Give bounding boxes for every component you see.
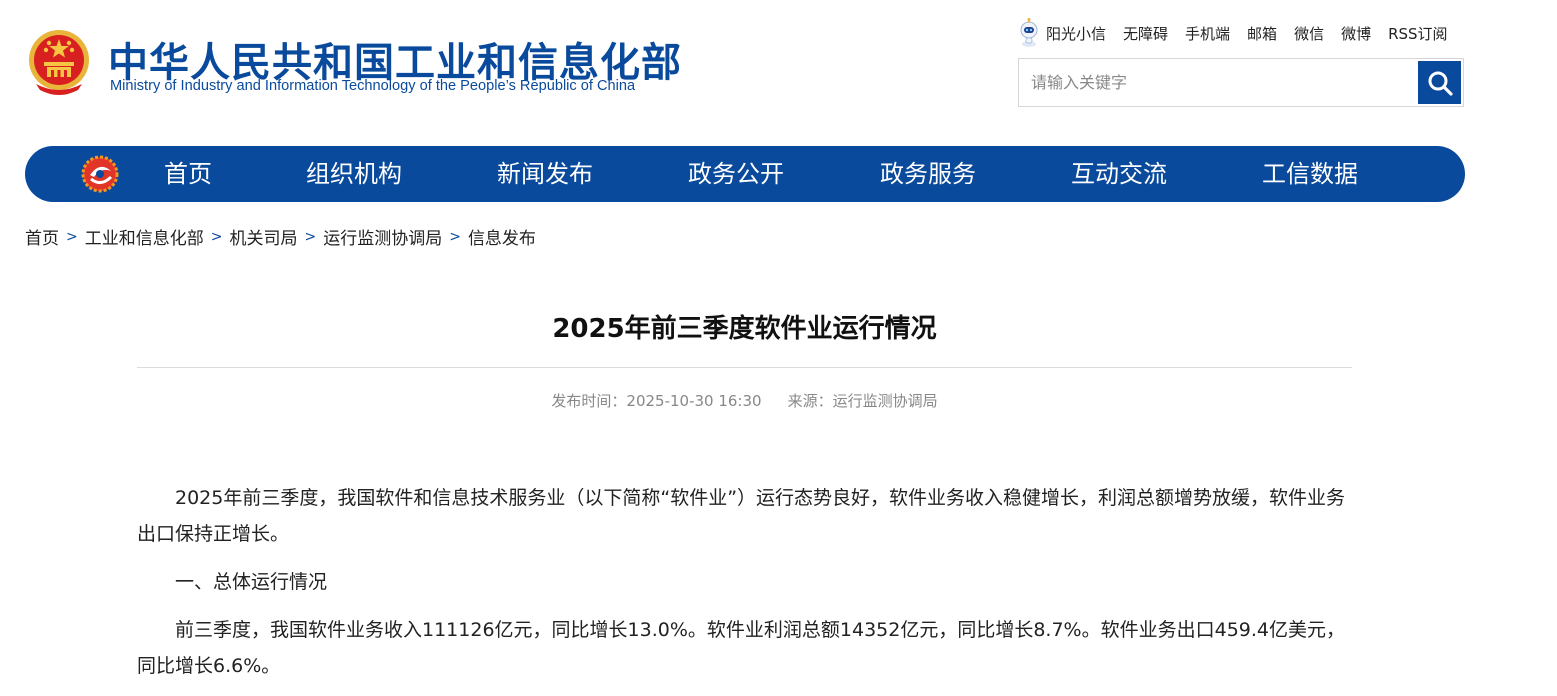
breadcrumb-separator: >	[66, 228, 78, 245]
top-link-mail[interactable]: 邮箱	[1247, 23, 1277, 44]
top-link-rss[interactable]: RSS订阅	[1388, 23, 1447, 44]
breadcrumb-monitoring-bureau[interactable]: 运行监测协调局	[323, 224, 442, 249]
main-nav: 首页 组织机构 新闻发布 政务公开 政务服务 互动交流 工信数据	[25, 146, 1465, 202]
article-paragraph: 前三季度，我国软件业务收入111126亿元，同比增长13.0%。软件业利润总额1…	[137, 619, 1345, 677]
page: 中华人民共和国工业和信息化部 Ministry of Industry and …	[0, 0, 1557, 696]
national-emblem-icon[interactable]	[26, 26, 92, 98]
site-name-en[interactable]: Ministry of Industry and Information Tec…	[110, 78, 635, 94]
nav-item-gov-services[interactable]: 政务服务	[880, 146, 976, 202]
search-button[interactable]	[1418, 61, 1461, 104]
nav-item-data[interactable]: 工信数据	[1262, 146, 1358, 202]
search-box	[1018, 58, 1464, 107]
nav-item-organization[interactable]: 组织机构	[306, 146, 402, 202]
breadcrumb-separator: >	[210, 228, 223, 245]
ministry-logo-icon[interactable]	[81, 155, 119, 193]
search-icon	[1428, 71, 1453, 96]
source-label: 来源：	[787, 392, 833, 410]
search-input[interactable]	[1019, 59, 1419, 106]
top-link-accessibility[interactable]: 无障碍	[1123, 23, 1168, 44]
breadcrumb-separator: >	[449, 228, 461, 245]
nav-item-interaction[interactable]: 互动交流	[1071, 146, 1167, 202]
nav-item-home[interactable]: 首页	[164, 146, 212, 202]
nav-item-news[interactable]: 新闻发布	[497, 146, 593, 202]
publish-time: 2025-10-30 16:30	[626, 392, 762, 410]
top-link-weibo[interactable]: 微博	[1341, 23, 1371, 44]
article-paragraph: 2025年前三季度，我国软件和信息技术服务业（以下简称“软件业”）运行态势良好，…	[137, 487, 1346, 545]
title-divider	[137, 367, 1352, 368]
nav-item-gov-affairs[interactable]: 政务公开	[688, 146, 784, 202]
article-body: 2025年前三季度，我国软件和信息技术服务业（以下简称“软件业”）运行态势良好，…	[137, 480, 1352, 696]
breadcrumb-ministry[interactable]: 工业和信息化部	[85, 224, 204, 249]
top-link-sunshine[interactable]: 阳光小信	[1046, 23, 1106, 44]
source-value: 运行监测协调局	[832, 392, 938, 410]
top-link-mobile[interactable]: 手机端	[1185, 23, 1230, 44]
top-link-wechat[interactable]: 微信	[1294, 23, 1324, 44]
article-section-heading: 一、总体运行情况	[175, 571, 328, 593]
article-meta: 发布时间：2025-10-30 16:30 来源：运行监测协调局	[137, 390, 1352, 411]
breadcrumb-departments[interactable]: 机关司局	[229, 224, 297, 249]
publish-label: 发布时间：	[551, 392, 627, 410]
article-title: 2025年前三季度软件业运行情况	[552, 314, 937, 344]
breadcrumb: 首页 > 工业和信息化部 > 机关司局 > 运行监测协调局 > 信息发布	[25, 224, 536, 250]
breadcrumb-info-release[interactable]: 信息发布	[468, 224, 536, 249]
robot-assistant-icon[interactable]	[1018, 18, 1040, 48]
top-links: 阳光小信 无障碍 手机端 邮箱 微信 微博 RSS订阅	[1018, 18, 1463, 47]
breadcrumb-separator: >	[304, 228, 317, 245]
breadcrumb-home[interactable]: 首页	[25, 224, 59, 249]
